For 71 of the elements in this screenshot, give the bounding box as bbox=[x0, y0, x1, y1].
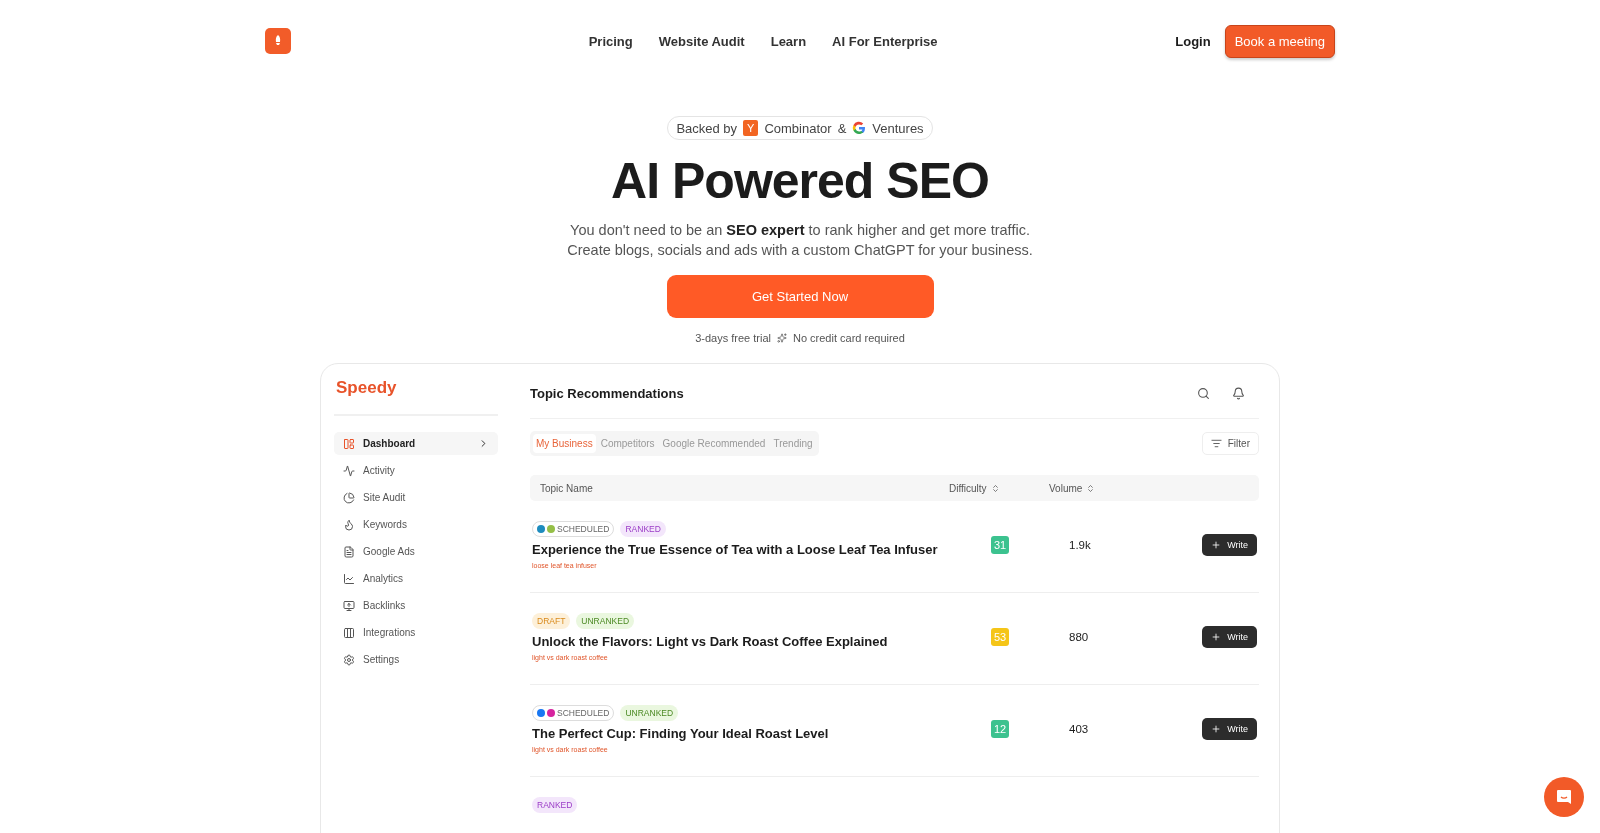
g-logo-icon bbox=[852, 121, 867, 135]
topic-title: Experience the True Essence of Tea with a Loose Leaf Tea Infuser bbox=[532, 542, 939, 557]
y-logo: Y bbox=[743, 120, 759, 136]
status-tag: RANKED bbox=[620, 521, 666, 537]
trial-text: 3-days free trial bbox=[695, 332, 771, 344]
sidebar-item[interactable]: Dashboard bbox=[334, 432, 498, 455]
topic-title: The Perfect Cup: Finding Your Ideal Roast Level bbox=[532, 726, 830, 741]
difficulty-score: 53 bbox=[991, 628, 1010, 646]
pulse-icon bbox=[343, 464, 355, 477]
sidebar-item[interactable]: Integrations bbox=[334, 621, 498, 644]
sidebar-item[interactable]: Site Audit bbox=[334, 486, 498, 509]
search-icon[interactable] bbox=[1197, 386, 1210, 400]
sidebar-item[interactable]: Backlinks bbox=[334, 594, 498, 617]
filter-icon bbox=[1210, 438, 1222, 449]
sidebar-item[interactable]: Settings bbox=[334, 648, 498, 671]
document-icon bbox=[343, 545, 355, 558]
status-tag: RANKED bbox=[532, 797, 578, 813]
write-button[interactable]: Write bbox=[1202, 718, 1257, 740]
column-header[interactable]: Volume bbox=[1049, 482, 1083, 494]
monitor-icon bbox=[343, 599, 355, 612]
chat-button[interactable] bbox=[1544, 777, 1584, 817]
status-tag: UNRANKED bbox=[576, 613, 635, 629]
bell-icon[interactable] bbox=[1232, 386, 1245, 400]
status-tag: UNRANKED bbox=[620, 705, 679, 721]
column-header[interactable]: Difficulty bbox=[949, 482, 987, 494]
plus-icon bbox=[1211, 724, 1222, 734]
write-button[interactable]: Write bbox=[1202, 534, 1257, 556]
difficulty-score: 12 bbox=[991, 720, 1010, 738]
sidebar-item[interactable]: Keywords bbox=[334, 513, 498, 536]
topic-title: Unlock the Flavors: Light vs Dark Roast Coffee Explained bbox=[532, 634, 889, 649]
layout-icon bbox=[343, 437, 355, 450]
sidebar-item[interactable]: Google Ads bbox=[334, 540, 498, 563]
line-chart-icon bbox=[343, 572, 355, 585]
nav-link[interactable]: Website Audit bbox=[658, 33, 745, 49]
sort-icon[interactable] bbox=[1086, 483, 1096, 493]
hero-title: AI Powered SEO bbox=[611, 152, 989, 210]
plus-icon bbox=[1211, 632, 1222, 642]
flame-icon bbox=[343, 518, 355, 531]
page-title: Topic Recommendations bbox=[530, 385, 685, 401]
nav-link[interactable]: Learn bbox=[770, 33, 807, 49]
columns-icon bbox=[343, 626, 355, 639]
sort-icon[interactable] bbox=[990, 483, 1000, 493]
volume-value: 880 bbox=[1069, 631, 1090, 643]
nav-link[interactable]: AI For Enterprise bbox=[832, 33, 938, 49]
filter-button[interactable]: Filter bbox=[1201, 432, 1259, 455]
volume-value: 403 bbox=[1069, 723, 1090, 735]
chat-icon bbox=[1555, 788, 1573, 806]
sidebar-item[interactable]: Analytics bbox=[334, 567, 498, 590]
login-link[interactable]: Login bbox=[1175, 33, 1211, 49]
plus-icon bbox=[1211, 540, 1222, 550]
volume-value: 1.9k bbox=[1069, 539, 1092, 551]
hero-subtitle: You don't need to be an SEO expert to rank higher and get more traffic. bbox=[570, 221, 1030, 240]
sidebar-item[interactable]: Activity bbox=[334, 459, 498, 482]
ventures-text: Ventures bbox=[872, 120, 924, 136]
status-tag: SCHEDULED bbox=[532, 705, 615, 721]
difficulty-score: 31 bbox=[991, 536, 1010, 554]
settings-icon bbox=[343, 653, 355, 666]
sparkle-icon bbox=[776, 333, 787, 343]
tab[interactable]: My Business bbox=[533, 434, 596, 453]
ampersand-text: & bbox=[837, 120, 847, 136]
app-logo: Speedy bbox=[334, 378, 498, 416]
write-button[interactable]: Write bbox=[1202, 626, 1257, 648]
column-header: Topic Name bbox=[540, 482, 593, 494]
status-tag: SCHEDULED bbox=[532, 521, 615, 537]
pie-chart-icon bbox=[343, 491, 355, 504]
status-tag: DRAFT bbox=[532, 613, 571, 629]
no-card-text: No credit card required bbox=[792, 332, 905, 344]
hero-subtitle: Create blogs, socials and ads with a custom ChatGPT for your business. bbox=[567, 241, 1033, 260]
backed-by-text: Backed by bbox=[676, 120, 738, 136]
combinator-text: Combinator bbox=[764, 120, 832, 136]
nav-link[interactable]: Pricing bbox=[588, 33, 633, 49]
